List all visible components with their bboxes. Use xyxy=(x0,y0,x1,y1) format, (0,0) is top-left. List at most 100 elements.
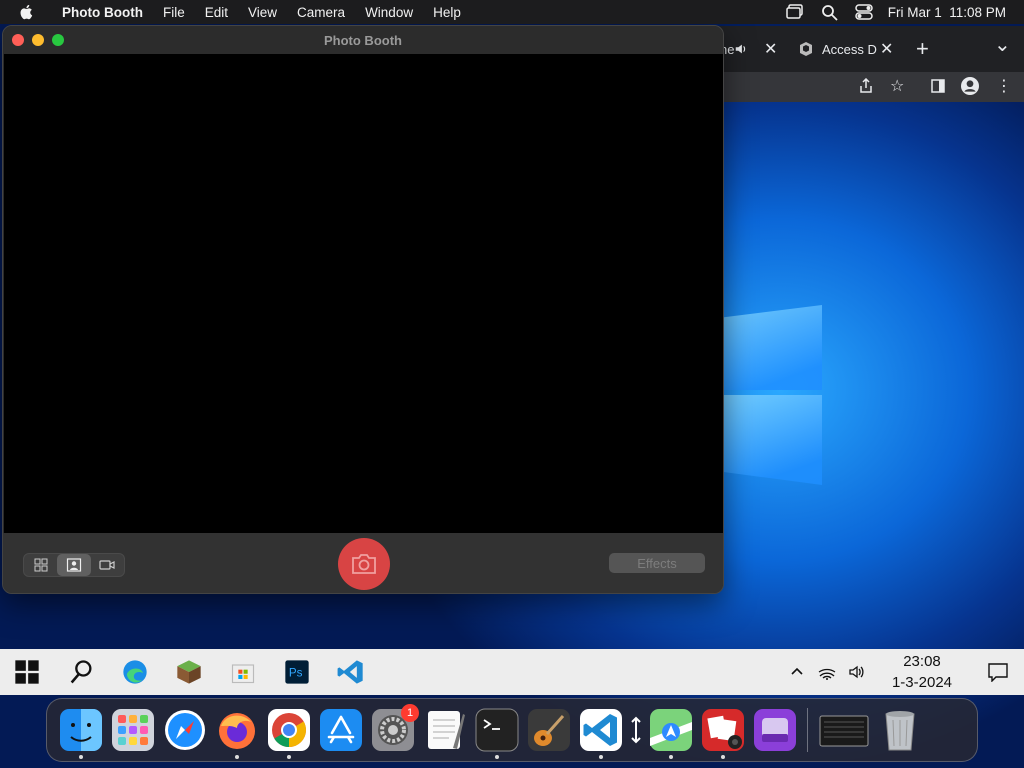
dock-minimized-window[interactable] xyxy=(818,708,870,752)
dock-maps[interactable] xyxy=(649,708,693,759)
dock-resize-handle[interactable] xyxy=(629,708,643,752)
action-center-icon[interactable] xyxy=(972,662,1024,682)
windows-start-icon xyxy=(15,660,39,684)
photoshop-icon: Ps xyxy=(285,660,309,684)
dock-terminal[interactable] xyxy=(475,708,519,759)
tab-close-icon[interactable]: ✕ xyxy=(764,39,777,59)
guitar-icon xyxy=(528,709,570,751)
taskbar-edge[interactable] xyxy=(108,649,162,695)
four-photos-mode-button[interactable] xyxy=(24,554,57,576)
windows-taskbar: Ps 23:08 1-3-2024 xyxy=(0,649,1024,695)
dock-garageband[interactable] xyxy=(527,708,571,752)
camera-preview xyxy=(4,54,723,533)
maps-icon xyxy=(650,709,692,751)
app-store-icon xyxy=(320,709,362,751)
volume-icon[interactable] xyxy=(842,664,872,680)
firefox-icon xyxy=(219,713,255,749)
dock-photo-booth[interactable] xyxy=(701,708,745,759)
dock-trash[interactable] xyxy=(878,708,922,752)
menu-help[interactable]: Help xyxy=(423,5,471,20)
safari-icon xyxy=(165,710,205,750)
vscode-icon xyxy=(337,660,363,684)
menu-window[interactable]: Window xyxy=(355,5,423,20)
browser-window-background: ne ✕ Access D ✕ + ⌄ ☆ ⋮ xyxy=(690,26,1024,102)
dock-safari[interactable] xyxy=(163,708,207,752)
taskbar-minecraft[interactable] xyxy=(162,649,216,695)
start-button[interactable] xyxy=(0,649,54,695)
profile-avatar-icon[interactable] xyxy=(961,77,979,95)
finder-icon xyxy=(60,709,102,751)
network-wifi-icon[interactable] xyxy=(812,664,842,680)
taskbar-clock[interactable]: 23:08 1-3-2024 xyxy=(882,651,962,693)
zoom-window-button[interactable] xyxy=(52,34,64,46)
browser-menu-icon[interactable]: ⋮ xyxy=(996,76,1012,96)
take-photo-button[interactable] xyxy=(338,538,390,590)
photo-booth-icon xyxy=(702,709,744,751)
running-indicator xyxy=(79,755,83,759)
effects-button[interactable]: Effects xyxy=(609,553,705,573)
apple-logo-icon[interactable] xyxy=(18,3,36,21)
window-title: Photo Booth xyxy=(324,32,402,48)
side-panel-icon[interactable] xyxy=(930,78,946,94)
menu-edit[interactable]: Edit xyxy=(195,5,238,20)
running-indicator xyxy=(495,755,499,759)
single-photo-mode-button[interactable] xyxy=(57,554,91,576)
microsoft-store-icon xyxy=(231,664,255,684)
video-mode-button[interactable] xyxy=(91,554,124,576)
bookmark-star-icon[interactable]: ☆ xyxy=(890,76,904,96)
menu-view[interactable]: View xyxy=(238,5,287,20)
spotlight-search-icon[interactable] xyxy=(820,3,840,21)
show-hidden-icons-chevron-icon[interactable] xyxy=(782,664,812,680)
taskbar-time: 23:08 xyxy=(903,653,941,670)
menu-app-name[interactable]: Photo Booth xyxy=(52,5,153,20)
dock-system-settings[interactable]: 1 xyxy=(371,704,419,752)
running-indicator xyxy=(599,755,603,759)
new-tab-button[interactable]: + xyxy=(916,36,929,62)
svg-text:Ps: Ps xyxy=(289,667,303,680)
dock-textedit[interactable] xyxy=(423,708,467,752)
taskbar-date: 1-3-2024 xyxy=(891,674,953,691)
site-favicon-icon xyxy=(800,42,812,56)
macos-dock: 1 xyxy=(46,698,978,762)
share-icon[interactable] xyxy=(858,78,874,94)
tab-list-dropdown-icon[interactable]: ⌄ xyxy=(994,32,1011,57)
menu-camera[interactable]: Camera xyxy=(287,5,355,20)
dock-vscode[interactable] xyxy=(579,708,623,759)
dock-firefox[interactable] xyxy=(215,708,259,759)
video-camera-icon xyxy=(99,560,115,570)
notification-badge: 1 xyxy=(401,704,419,722)
dock-chrome[interactable] xyxy=(267,708,311,759)
running-indicator xyxy=(235,755,239,759)
taskbar-store[interactable] xyxy=(216,649,270,695)
control-center-icon[interactable] xyxy=(854,3,874,21)
chrome-icon xyxy=(268,709,310,751)
edge-browser-icon xyxy=(123,660,147,684)
minimize-window-button[interactable] xyxy=(32,34,44,46)
dock-separator xyxy=(807,708,808,752)
running-indicator xyxy=(669,755,673,759)
dock-launchpad[interactable] xyxy=(111,708,155,752)
terminal-icon xyxy=(475,708,519,752)
menu-file[interactable]: File xyxy=(153,5,195,20)
dock-finder[interactable] xyxy=(59,708,103,759)
search-icon xyxy=(70,660,92,684)
portrait-icon xyxy=(66,558,82,572)
close-window-button[interactable] xyxy=(12,34,24,46)
dock-app-store[interactable] xyxy=(319,708,363,752)
taskbar-search-button[interactable] xyxy=(54,649,108,695)
trash-icon xyxy=(885,711,915,751)
up-down-arrows-icon xyxy=(631,716,641,744)
taskbar-photoshop[interactable]: Ps xyxy=(270,649,324,695)
window-titlebar[interactable]: Photo Booth xyxy=(3,26,723,54)
disk-utility-icon xyxy=(754,709,796,751)
tab-access-title[interactable]: Access D xyxy=(822,42,877,57)
screen-mirroring-icon[interactable] xyxy=(785,3,806,21)
camera-icon xyxy=(352,554,376,574)
dock-disk-utility[interactable] xyxy=(753,708,797,752)
minecraft-block-icon xyxy=(177,660,201,684)
taskbar-vscode[interactable] xyxy=(324,649,378,695)
tab-close-icon[interactable]: ✕ xyxy=(880,39,893,59)
photo-booth-toolbar: Effects xyxy=(3,533,723,593)
menubar-clock[interactable]: Fri Mar 1 11:08 PM xyxy=(888,5,1006,20)
photo-booth-window: Photo Booth Effects xyxy=(2,25,724,594)
